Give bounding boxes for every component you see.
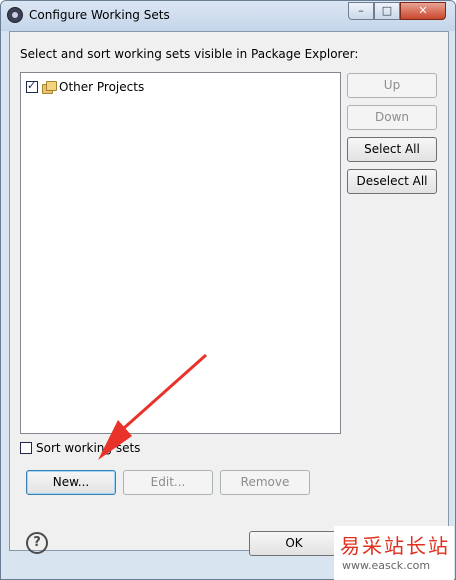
watermark-url: www.easck.com — [342, 559, 431, 572]
watermark-text: 易采站长站 — [340, 534, 450, 558]
arrow-shaft — [123, 353, 207, 430]
annotation-arrow — [98, 353, 207, 460]
watermark: 易采站长站 www.easck.com — [334, 526, 454, 580]
